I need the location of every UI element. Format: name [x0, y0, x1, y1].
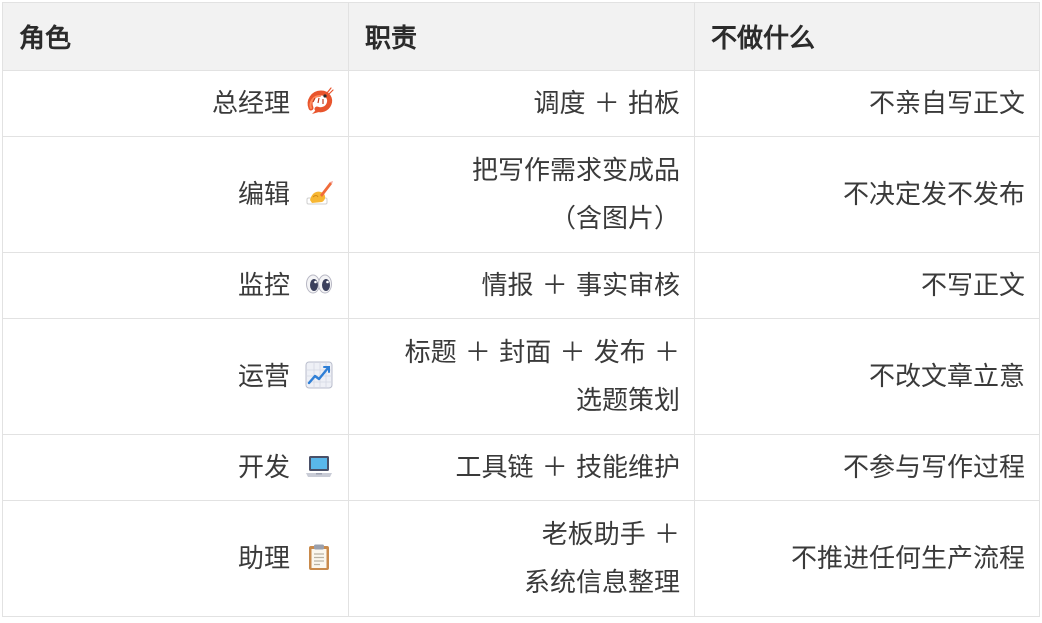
duty-line: 情报 ＋ 事实审核 [481, 270, 680, 301]
writing-hand-icon [304, 178, 334, 208]
not-do-cell: 不亲自写正文 [694, 70, 1040, 137]
duty-line: 老板助手 ＋ [541, 519, 680, 550]
eyes-icon [304, 269, 334, 299]
duty-cell: 情报 ＋ 事实审核 [348, 252, 695, 319]
table-header-row: 角色 职责 不做什么 [2, 2, 1040, 71]
duty-line: 工具链 ＋ 技能维护 [455, 452, 680, 483]
duty-cell: 调度 ＋ 拍板 [348, 70, 695, 137]
duty-line: 把写作需求变成品 [471, 155, 680, 186]
role-name: 开发 [237, 452, 290, 483]
laptop-icon [304, 451, 334, 481]
table-row: 监控 情报 ＋ 事实审核 不写正文 [2, 252, 1040, 319]
duty-line: （含图片） [549, 203, 680, 234]
roles-table: 角色 职责 不做什么 总经理 调度 ＋ 拍板 不亲自写正文 编辑 把写作需求变成… [2, 2, 1040, 617]
not-do-cell: 不写正文 [694, 252, 1040, 319]
table-row: 开发 工具链 ＋ 技能维护 不参与写作过程 [2, 434, 1040, 501]
duty-line: 调度 ＋ 拍板 [533, 88, 680, 119]
not-do-cell: 不推进任何生产流程 [694, 500, 1040, 617]
role-name: 监控 [237, 270, 290, 301]
shrimp-icon [304, 86, 334, 117]
not-do-cell: 不参与写作过程 [694, 434, 1040, 501]
role-cell: 总经理 [2, 70, 349, 137]
role-cell: 运营 [2, 318, 349, 435]
duty-line: 标题 ＋ 封面 ＋ 发布 ＋ [404, 337, 680, 368]
table-row: 运营 标题 ＋ 封面 ＋ 发布 ＋ 选题策划 不改文章立意 [2, 318, 1040, 435]
header-duty: 职责 [348, 2, 695, 71]
role-name: 总经理 [211, 88, 290, 119]
role-name: 编辑 [237, 179, 290, 210]
clipboard-icon [304, 542, 334, 572]
role-cell: 开发 [2, 434, 349, 501]
role-name: 运营 [237, 361, 290, 392]
duty-line: 选题策划 [575, 385, 680, 416]
role-cell: 助理 [2, 500, 349, 617]
duty-cell: 工具链 ＋ 技能维护 [348, 434, 695, 501]
role-cell: 编辑 [2, 136, 349, 253]
duty-cell: 把写作需求变成品 （含图片） [348, 136, 695, 253]
duty-cell: 标题 ＋ 封面 ＋ 发布 ＋ 选题策划 [348, 318, 695, 435]
not-do-cell: 不决定发不发布 [694, 136, 1040, 253]
not-do-cell: 不改文章立意 [694, 318, 1040, 435]
duty-cell: 老板助手 ＋ 系统信息整理 [348, 500, 695, 617]
table-row: 总经理 调度 ＋ 拍板 不亲自写正文 [2, 70, 1040, 137]
duty-line: 系统信息整理 [523, 567, 680, 598]
role-name: 助理 [237, 543, 290, 574]
table-row: 助理 老板助手 ＋ 系统信息整理 不推进任何生产流程 [2, 500, 1040, 617]
table-row: 编辑 把写作需求变成品 （含图片） 不决定发不发布 [2, 136, 1040, 253]
chart-increasing-icon [304, 360, 334, 390]
role-cell: 监控 [2, 252, 349, 319]
header-not-do: 不做什么 [694, 2, 1040, 71]
header-role: 角色 [2, 2, 349, 71]
